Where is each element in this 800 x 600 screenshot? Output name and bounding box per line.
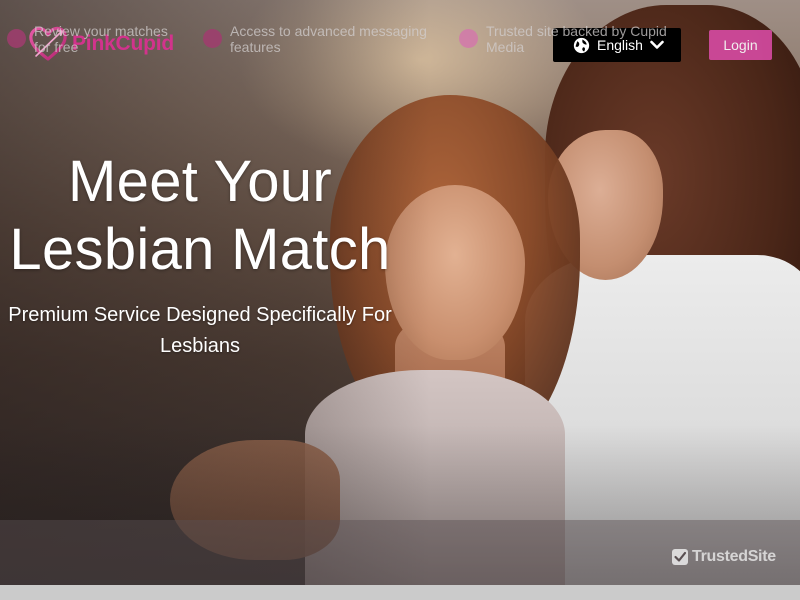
checkmark-icon (672, 549, 688, 565)
feature-icon (203, 29, 222, 48)
bottom-strip (0, 585, 800, 600)
feature-text: Access to advanced messaging features (230, 23, 427, 55)
trusted-site-label: TrustedSite (692, 548, 776, 565)
feature-item: Trusted site backed by Cupid Media (459, 23, 679, 55)
page-title: Meet Your Lesbian Match (0, 148, 400, 284)
headline-line-2: Lesbian Match (9, 217, 391, 282)
feature-text: Trusted site backed by Cupid Media (486, 23, 667, 55)
feature-text: Review your matches for free (34, 23, 168, 55)
login-button[interactable]: Login (709, 30, 772, 60)
hero-photo (0, 0, 800, 585)
feature-icon (459, 29, 478, 48)
feature-item: Access to advanced messaging features (203, 23, 443, 55)
feature-item: Review your matches for free (7, 23, 187, 55)
feature-icon (7, 29, 26, 48)
page: PinkCupid English Login Meet Your Lesbia… (0, 0, 800, 600)
subheadline: Premium Service Designed Specifically Fo… (8, 304, 392, 357)
headline-line-1: Meet Your (68, 149, 332, 214)
trusted-site-badge[interactable]: TrustedSite (671, 548, 776, 566)
